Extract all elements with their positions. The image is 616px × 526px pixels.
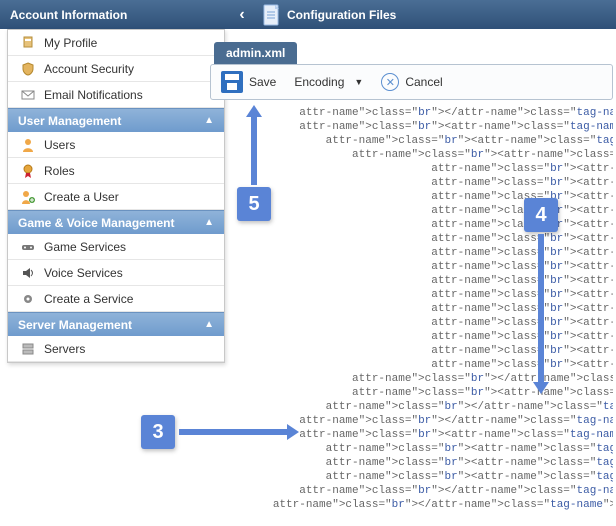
save-button[interactable]: Save xyxy=(221,71,276,93)
encoding-label: Encoding xyxy=(294,75,344,89)
arrow-down-icon xyxy=(538,234,544,384)
xml-editor[interactable]: attr-name">class="br"></attr-name">class… xyxy=(210,100,613,518)
sidebar-item-voice-services[interactable]: Voice Services xyxy=(8,260,224,286)
chevron-down-icon: ▼ xyxy=(354,77,363,87)
file-tab-label: admin.xml xyxy=(226,46,285,60)
sidebar-item-label: Users xyxy=(44,138,75,152)
sidebar-item-label: Voice Services xyxy=(44,266,123,280)
sidebar-section-game-voice-management[interactable]: Game & Voice Management ▲ xyxy=(8,210,224,234)
sidebar-section-title: Server Management xyxy=(18,318,132,332)
arrow-right-icon xyxy=(179,429,289,435)
sidebar-item-create-service[interactable]: Create a Service xyxy=(8,286,224,312)
sidebar: My Profile Account Security Email Notifi… xyxy=(7,29,225,363)
app-header: Account Information ‹ Configuration File… xyxy=(0,0,616,29)
gamepad-icon xyxy=(20,239,36,255)
add-user-icon xyxy=(20,189,36,205)
callout-badge-4: 4 xyxy=(524,198,558,232)
sidebar-item-roles[interactable]: Roles xyxy=(8,158,224,184)
sidebar-item-label: Email Notifications xyxy=(44,88,143,102)
sidebar-item-label: My Profile xyxy=(44,36,97,50)
sidebar-item-users[interactable]: Users xyxy=(8,132,224,158)
cancel-button[interactable]: ✕ Cancel xyxy=(381,73,442,91)
file-tab[interactable]: admin.xml xyxy=(214,42,297,64)
sidebar-item-create-user[interactable]: Create a User xyxy=(8,184,224,210)
file-icon xyxy=(263,4,281,26)
callout-badge-5: 5 xyxy=(237,187,271,221)
header-title-left: Account Information xyxy=(0,8,227,22)
main-panel: admin.xml Save Encoding ▼ ✕ Cancel attr-… xyxy=(210,42,613,523)
editor-toolbar: Save Encoding ▼ ✕ Cancel xyxy=(210,64,613,100)
cancel-icon: ✕ xyxy=(381,73,399,91)
save-label: Save xyxy=(249,75,276,89)
sidebar-item-email-notifications[interactable]: Email Notifications xyxy=(8,82,224,108)
sidebar-item-label: Servers xyxy=(44,342,85,356)
encoding-dropdown[interactable]: Encoding ▼ xyxy=(294,75,363,89)
save-icon xyxy=(221,71,243,93)
user-icon xyxy=(20,137,36,153)
server-icon xyxy=(20,341,36,357)
sidebar-section-user-management[interactable]: User Management ▲ xyxy=(8,108,224,132)
callout-badge-3: 3 xyxy=(141,415,175,449)
medal-icon xyxy=(20,163,36,179)
sidebar-item-label: Account Security xyxy=(44,62,134,76)
sidebar-item-account-security[interactable]: Account Security xyxy=(8,56,224,82)
cancel-label: Cancel xyxy=(405,75,442,89)
mail-icon xyxy=(20,87,36,103)
sidebar-item-label: Create a Service xyxy=(44,292,133,306)
shield-icon xyxy=(20,61,36,77)
sidebar-item-label: Create a User xyxy=(44,190,119,204)
gear-icon xyxy=(20,291,36,307)
profile-icon xyxy=(20,35,36,51)
header-title-right: Configuration Files xyxy=(287,8,396,22)
sidebar-item-servers[interactable]: Servers xyxy=(8,336,224,362)
speaker-icon xyxy=(20,265,36,281)
back-chevron-icon[interactable]: ‹ xyxy=(227,6,257,24)
arrow-up-icon xyxy=(251,115,257,185)
sidebar-section-title: Game & Voice Management xyxy=(18,216,175,230)
sidebar-item-label: Game Services xyxy=(44,240,126,254)
sidebar-item-my-profile[interactable]: My Profile xyxy=(8,30,224,56)
sidebar-item-game-services[interactable]: Game Services xyxy=(8,234,224,260)
sidebar-section-server-management[interactable]: Server Management ▲ xyxy=(8,312,224,336)
sidebar-item-label: Roles xyxy=(44,164,75,178)
sidebar-section-title: User Management xyxy=(18,114,121,128)
